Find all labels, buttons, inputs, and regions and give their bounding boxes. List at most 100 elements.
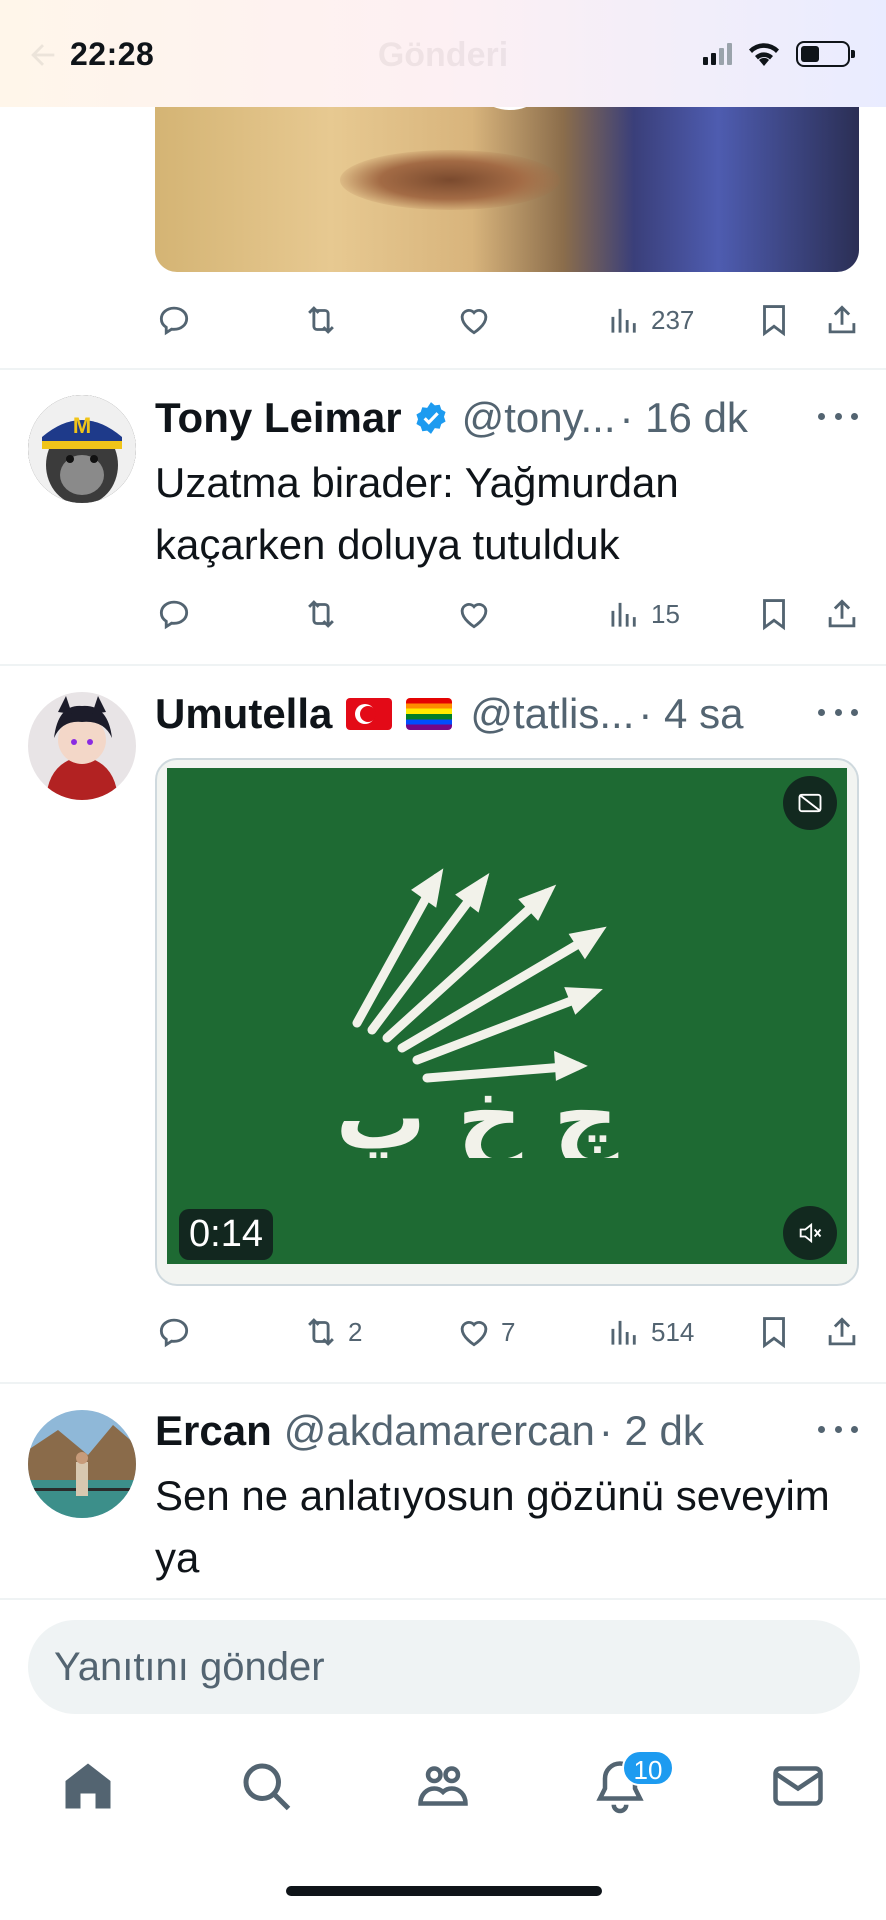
divider [0, 664, 886, 666]
avatar-image [28, 692, 136, 800]
share-button[interactable] [823, 1313, 861, 1351]
views-icon [611, 1320, 636, 1345]
author-name[interactable]: Ercan [155, 1407, 272, 1455]
nav-messages[interactable] [768, 1756, 828, 1816]
views-icon [611, 308, 636, 333]
nav-home[interactable] [58, 1756, 118, 1816]
retweet-count: 2 [348, 1316, 363, 1347]
top-bar: Gönderi 22:28 [0, 0, 886, 107]
views-count: 15 [651, 598, 680, 629]
views-button[interactable]: 514 [605, 1313, 694, 1351]
avatar[interactable] [28, 692, 136, 800]
share-button[interactable] [823, 595, 861, 633]
avatar-image: M [28, 395, 136, 503]
tweet-text: Uzatma birader: Yağmurdan kaçarken doluy… [155, 459, 679, 568]
reply-input[interactable] [54, 1620, 834, 1714]
video-player[interactable]: چ خ پ 0:14 [155, 758, 859, 1286]
tweet-header: Ercan @akdamarercan · 2 dk [155, 1405, 704, 1457]
views-count: 514 [651, 1316, 695, 1347]
divider [0, 368, 886, 370]
video-frame: چ خ پ [167, 768, 847, 1264]
wifi-icon [749, 43, 779, 66]
views-count: 237 [651, 304, 695, 335]
author-handle[interactable]: @akdamarercan [284, 1407, 595, 1455]
more-icon[interactable] [818, 1426, 858, 1436]
tweet-actions: 2 7 514 [155, 1312, 859, 1352]
home-indicator [286, 1886, 602, 1896]
avatar[interactable] [28, 1410, 136, 1518]
author-handle[interactable]: @tatlis... [470, 690, 634, 738]
tweet-header: Umutella @tatlis... · 4 sa [155, 688, 743, 740]
heart-icon [460, 603, 488, 629]
video-caption: چ خ پ [336, 1065, 619, 1158]
share-icon [828, 1317, 856, 1346]
reply-button[interactable] [155, 1313, 193, 1351]
more-icon[interactable] [818, 413, 858, 423]
bookmark-icon [763, 599, 785, 631]
reply-icon [159, 1318, 189, 1348]
more-icon[interactable] [818, 709, 858, 719]
like-count: 7 [501, 1316, 516, 1347]
bottom-nav: 10 [0, 1730, 886, 1850]
status-time: 22:28 [70, 36, 155, 72]
tweet-media-partial[interactable] [155, 80, 859, 272]
tweet-time[interactable]: · 2 dk [599, 1407, 704, 1455]
avatar-image [28, 1410, 136, 1518]
search-icon [243, 1763, 291, 1811]
views-button[interactable]: 15 [605, 595, 680, 633]
reply-button[interactable] [155, 301, 193, 339]
rainbow-flag-emoji [406, 698, 453, 730]
tweet-actions: 237 [155, 300, 859, 340]
communities-icon [418, 1766, 468, 1806]
heart-icon [460, 1321, 488, 1347]
tweet-text: Sen ne anlatıyosun gözünü seveyim ya [155, 1472, 830, 1581]
share-button[interactable] [823, 301, 861, 339]
mute-icon[interactable] [783, 1206, 837, 1260]
reply-icon [159, 306, 189, 336]
reply-composer[interactable] [28, 1620, 860, 1714]
tweet-header: Tony Leimar @tony... · 16 dk [155, 392, 748, 444]
retweet-button[interactable] [302, 301, 340, 339]
bookmark-button[interactable] [755, 595, 793, 633]
tweet-time[interactable]: · 16 dk [620, 394, 748, 442]
verified-icon [416, 402, 446, 434]
reply-icon [159, 600, 189, 630]
bookmark-button[interactable] [755, 301, 793, 339]
retweet-button[interactable]: 2 [302, 1313, 362, 1351]
status-icons [703, 40, 855, 68]
home-icon [65, 1763, 111, 1809]
retweet-button[interactable] [302, 595, 340, 633]
battery-icon [796, 41, 855, 67]
notification-badge: 10 [622, 1750, 674, 1786]
like-button[interactable] [455, 301, 493, 339]
svg-text:M: M [73, 413, 91, 438]
avatar[interactable]: M [28, 395, 136, 503]
like-button[interactable]: 7 [455, 1313, 515, 1351]
tweet-actions: 15 [155, 594, 859, 634]
nav-communities[interactable] [413, 1756, 473, 1816]
bookmark-button[interactable] [755, 1313, 793, 1351]
reply-button[interactable] [155, 595, 193, 633]
six-arrows-logo: چ خ پ [336, 868, 619, 1158]
nav-search[interactable] [236, 1756, 296, 1816]
share-icon [828, 305, 856, 334]
views-button[interactable]: 237 [605, 301, 694, 339]
retweet-icon [308, 600, 334, 628]
like-button[interactable] [455, 595, 493, 633]
views-icon [611, 602, 636, 627]
bookmark-icon [763, 305, 785, 337]
share-icon [828, 599, 856, 628]
mail-icon [773, 1766, 823, 1806]
sensitive-media-icon[interactable] [783, 776, 837, 830]
turkey-flag-emoji [346, 698, 393, 730]
tweet-time[interactable]: · 4 sa [638, 690, 743, 738]
divider [0, 1598, 886, 1600]
author-name[interactable]: Umutella [155, 690, 332, 738]
video-duration: 0:14 [179, 1209, 273, 1260]
heart-icon [460, 309, 488, 335]
retweet-icon [308, 306, 334, 334]
bookmark-icon [763, 1317, 785, 1349]
signal-icon [703, 43, 732, 65]
author-name[interactable]: Tony Leimar [155, 394, 402, 442]
author-handle[interactable]: @tony... [462, 394, 616, 442]
